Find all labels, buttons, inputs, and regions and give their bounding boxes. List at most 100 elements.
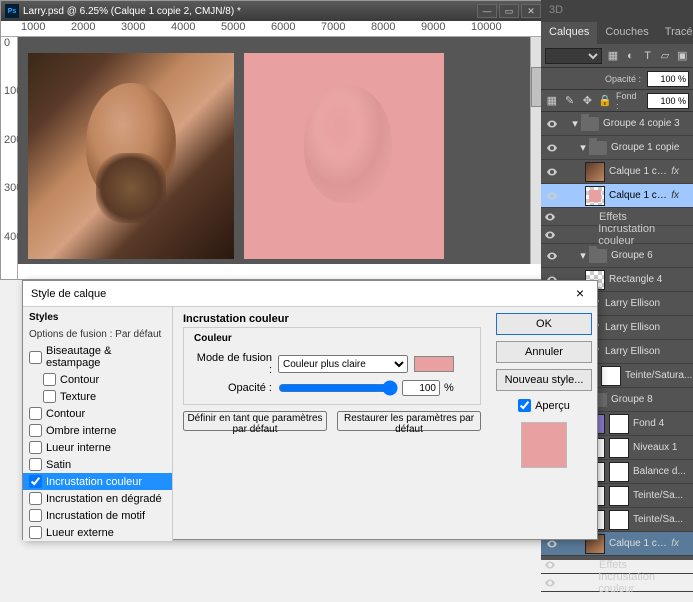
expand-toggle-icon[interactable]: ▾ xyxy=(569,117,581,130)
lock-move-icon[interactable]: ✥ xyxy=(580,94,594,108)
layer-name[interactable]: Larry Ellison xyxy=(605,298,693,309)
style-checkbox[interactable] xyxy=(29,424,42,437)
style-item-3[interactable]: Contour xyxy=(23,405,172,422)
preview-toggle[interactable]: Aperçu xyxy=(518,399,570,412)
style-checkbox[interactable] xyxy=(29,351,42,364)
ok-button[interactable]: OK xyxy=(496,313,592,335)
tab-3d[interactable]: 3D xyxy=(541,0,571,22)
effect-row[interactable]: Incrustation couleur xyxy=(541,574,693,592)
new-style-button[interactable]: Nouveau style... xyxy=(496,369,592,391)
layer-thumbnail[interactable] xyxy=(585,186,605,206)
filter-adjust-icon[interactable]: ◐ xyxy=(624,49,637,63)
layer-name[interactable]: Groupe 1 copie xyxy=(611,142,693,153)
fx-badge[interactable]: fx xyxy=(671,538,679,549)
layer-thumbnail[interactable] xyxy=(585,162,605,182)
style-item-6[interactable]: Satin xyxy=(23,456,172,473)
filter-type-icon[interactable]: T xyxy=(641,49,654,63)
style-item-1[interactable]: Contour xyxy=(23,371,172,388)
layer-name[interactable]: Teinte/Sa... xyxy=(633,490,693,501)
layer-name[interactable]: Groupe 4 copie 3 xyxy=(603,118,693,129)
opacity-value-input[interactable] xyxy=(402,380,440,396)
blending-options-row[interactable]: Options de fusion : Par défaut xyxy=(23,326,172,343)
visibility-icon[interactable] xyxy=(543,166,561,178)
visibility-icon[interactable] xyxy=(541,229,559,241)
style-checkbox[interactable] xyxy=(29,526,42,539)
layer-name[interactable]: Balance d... xyxy=(633,466,693,477)
style-checkbox[interactable] xyxy=(29,509,42,522)
layer-name[interactable]: Teinte/Satura... xyxy=(625,370,693,381)
layer-row[interactable]: Calque 1 copie 3fx xyxy=(541,160,693,184)
layer-name[interactable]: Fond 4 xyxy=(633,418,693,429)
style-checkbox[interactable] xyxy=(29,475,42,488)
set-default-button[interactable]: Définir en tant que paramètres par défau… xyxy=(183,411,327,431)
layer-name[interactable]: Niveaux 1 xyxy=(633,442,693,453)
style-item-5[interactable]: Lueur interne xyxy=(23,439,172,456)
visibility-icon[interactable] xyxy=(541,211,559,223)
layer-row[interactable]: Calque 1 copie 2fx xyxy=(541,184,693,208)
layer-name[interactable]: Teinte/Sa... xyxy=(633,514,693,525)
fx-badge[interactable]: fx xyxy=(671,166,679,177)
layer-name[interactable]: Larry Ellison xyxy=(605,322,693,333)
close-icon[interactable]: × xyxy=(571,285,589,303)
layer-mask-thumbnail[interactable] xyxy=(609,486,629,506)
style-checkbox[interactable] xyxy=(29,441,42,454)
cancel-button[interactable]: Annuler xyxy=(496,341,592,363)
layer-row[interactable]: ▾ Groupe 1 copie xyxy=(541,136,693,160)
effect-row[interactable]: Incrustation couleur xyxy=(541,226,693,244)
opacity-input[interactable] xyxy=(647,71,689,87)
filter-shape-icon[interactable]: ▱ xyxy=(658,49,671,63)
layer-row[interactable]: ▾ Groupe 6 xyxy=(541,244,693,268)
visibility-icon[interactable] xyxy=(541,559,559,571)
filter-pixel-icon[interactable]: ▦ xyxy=(606,49,619,63)
visibility-icon[interactable] xyxy=(543,118,561,130)
style-item-10[interactable]: Lueur externe xyxy=(23,524,172,541)
style-item-0[interactable]: Biseautage & estampage xyxy=(23,343,172,371)
style-item-9[interactable]: Incrustation de motif xyxy=(23,507,172,524)
layer-mask-thumbnail[interactable] xyxy=(609,462,629,482)
style-checkbox[interactable] xyxy=(29,458,42,471)
style-checkbox[interactable] xyxy=(43,373,56,386)
tab-couches[interactable]: Couches xyxy=(597,22,656,44)
layer-mask-thumbnail[interactable] xyxy=(601,366,621,386)
filter-smart-icon[interactable]: ▣ xyxy=(676,49,689,63)
opacity-slider[interactable] xyxy=(278,380,398,396)
style-item-2[interactable]: Texture xyxy=(23,388,172,405)
style-item-8[interactable]: Incrustation en dégradé xyxy=(23,490,172,507)
lock-paint-icon[interactable]: ✎ xyxy=(563,94,577,108)
visibility-icon[interactable] xyxy=(543,142,561,154)
style-item-7[interactable]: Incrustation couleur xyxy=(23,473,172,490)
style-checkbox[interactable] xyxy=(29,407,42,420)
lock-all-icon[interactable]: 🔒 xyxy=(598,94,612,108)
lock-transparency-icon[interactable]: ▦ xyxy=(545,94,559,108)
preview-checkbox[interactable] xyxy=(518,399,531,412)
expand-toggle-icon[interactable]: ▾ xyxy=(577,249,589,262)
layer-name[interactable]: Calque 1 copie 3 xyxy=(609,166,671,177)
layer-mask-thumbnail[interactable] xyxy=(609,414,629,434)
maximize-button[interactable]: ▭ xyxy=(499,4,519,18)
layer-name[interactable]: Groupe 8 xyxy=(611,394,693,405)
fill-input[interactable] xyxy=(647,93,689,109)
expand-toggle-icon[interactable]: ▾ xyxy=(577,141,589,154)
canvas-area[interactable] xyxy=(18,37,530,264)
tab-tracés[interactable]: Tracés xyxy=(657,22,693,44)
layer-name[interactable]: Groupe 6 xyxy=(611,250,693,261)
blend-mode-select[interactable]: Couleur plus claire xyxy=(278,355,408,373)
document-titlebar[interactable]: Ps Larry.psd @ 6.25% (Calque 1 copie 2, … xyxy=(1,1,545,21)
visibility-icon[interactable] xyxy=(541,577,559,589)
layer-name[interactable]: Larry Ellison xyxy=(605,346,693,357)
tab-calques[interactable]: Calques xyxy=(541,22,597,44)
visibility-icon[interactable] xyxy=(543,190,561,202)
style-item-4[interactable]: Ombre interne xyxy=(23,422,172,439)
restore-default-button[interactable]: Restaurer les paramètres par défaut xyxy=(337,411,481,431)
fx-badge[interactable]: fx xyxy=(671,190,679,201)
layer-name[interactable]: Rectangle 4 xyxy=(609,274,693,285)
layer-row[interactable]: ▾ Groupe 4 copie 3 xyxy=(541,112,693,136)
layer-mask-thumbnail[interactable] xyxy=(609,438,629,458)
style-checkbox[interactable] xyxy=(29,492,42,505)
visibility-icon[interactable] xyxy=(543,250,561,262)
layer-name[interactable]: Calque 1 copie 2 xyxy=(609,190,671,201)
color-swatch[interactable] xyxy=(414,356,454,372)
dialog-titlebar[interactable]: Style de calque × xyxy=(23,281,597,307)
style-checkbox[interactable] xyxy=(43,390,56,403)
minimize-button[interactable]: — xyxy=(477,4,497,18)
